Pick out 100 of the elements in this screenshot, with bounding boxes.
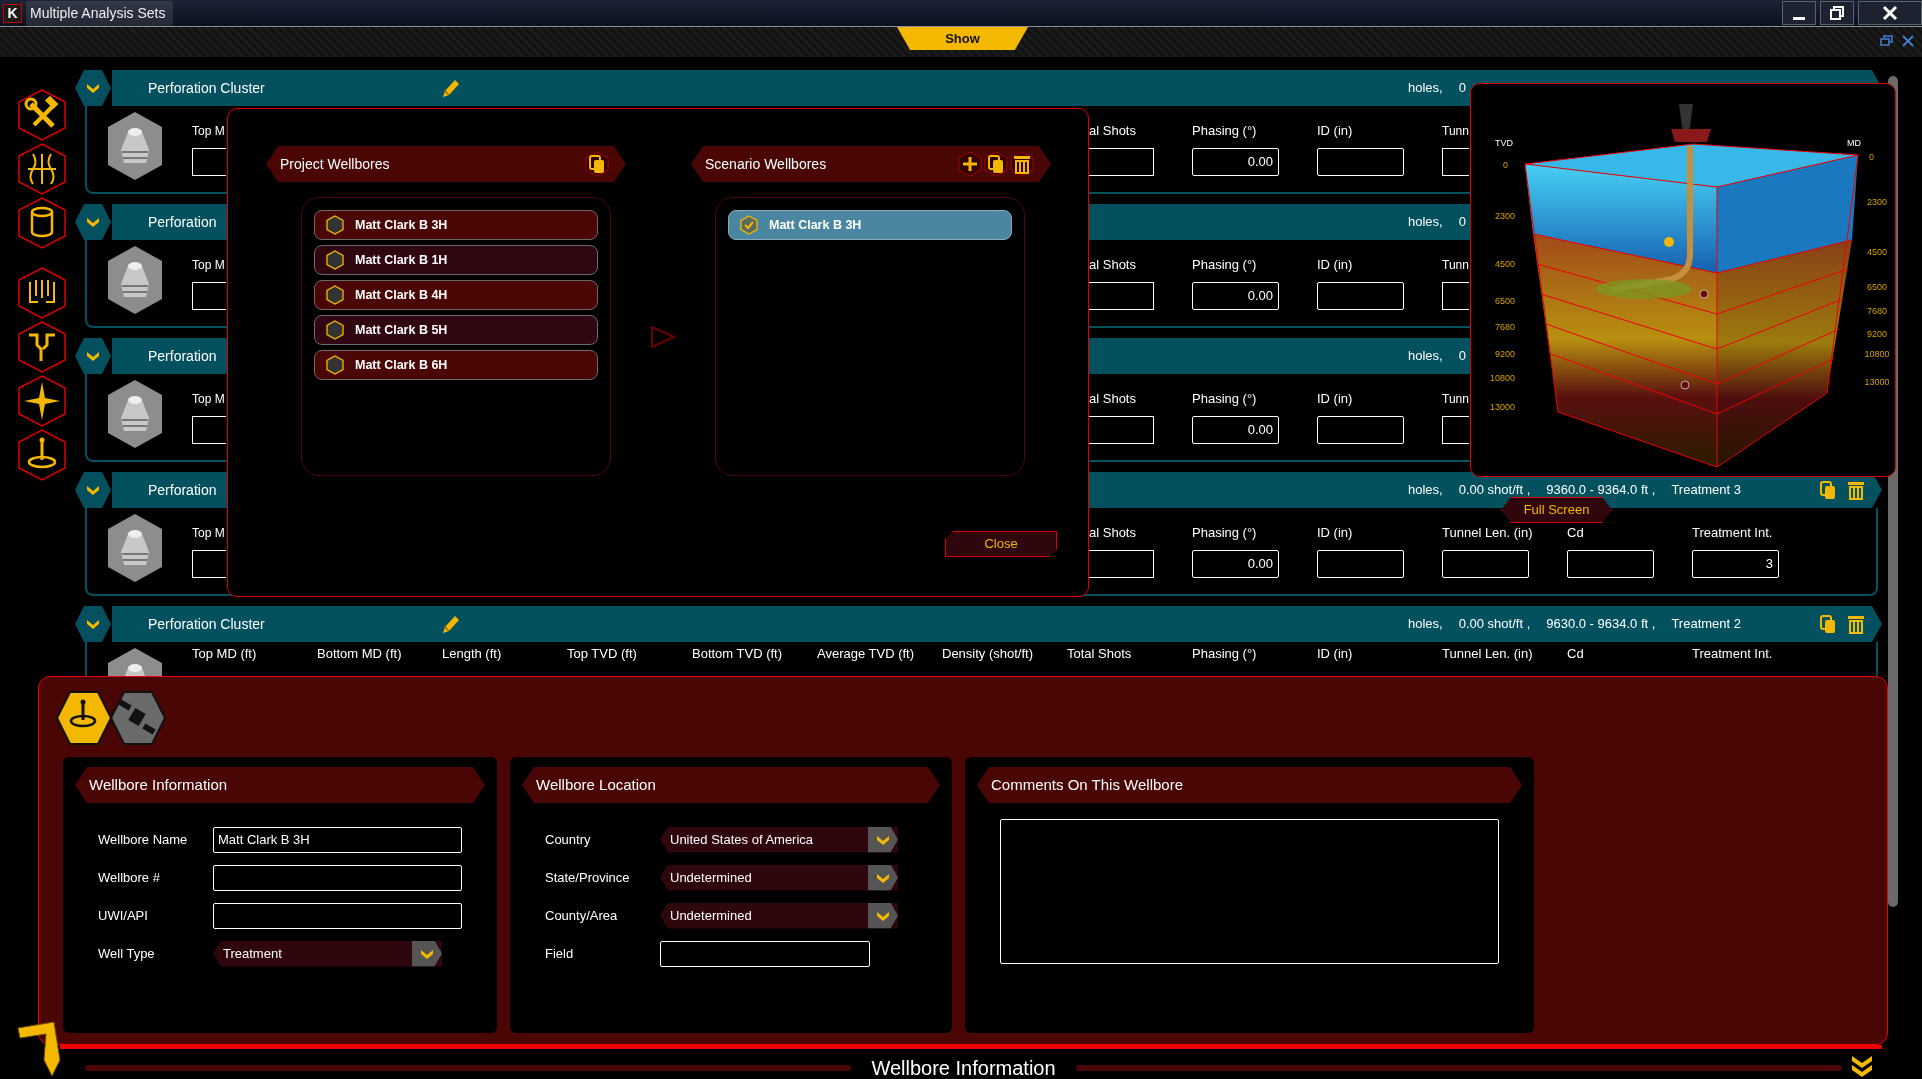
input-field[interactable]: 3 — [1692, 549, 1779, 578]
wellbore-item[interactable]: Matt Clark B 1H — [314, 245, 598, 275]
dropdown[interactable]: Undetermined — [660, 902, 898, 929]
input-field[interactable] — [192, 147, 226, 176]
restore-window-icon[interactable] — [1880, 35, 1894, 47]
gun-icon — [105, 378, 165, 450]
wellbore-item[interactable]: Matt Clark B 6H — [314, 350, 598, 380]
plus-icon[interactable] — [957, 151, 983, 177]
input-field[interactable]: Matt Clark B 3H — [213, 826, 462, 853]
maximize-button[interactable] — [1820, 1, 1854, 25]
input-field[interactable] — [1317, 281, 1404, 310]
copy-icon[interactable] — [1818, 613, 1838, 635]
field-label: Phasing (°) — [1192, 256, 1257, 274]
wellbore-item[interactable]: Matt Clark B 4H — [314, 280, 598, 310]
wellbore-item[interactable]: Matt Clark B 3H — [728, 210, 1012, 240]
input-field[interactable] — [192, 281, 226, 310]
fork-icon[interactable] — [16, 320, 68, 374]
pipes-icon[interactable] — [16, 266, 68, 320]
tools-icon[interactable] — [16, 88, 68, 142]
wellbore-name: Matt Clark B 6H — [355, 356, 448, 374]
close-button[interactable] — [1858, 1, 1922, 25]
app-logo: K — [3, 3, 22, 23]
trash-icon[interactable] — [1846, 613, 1866, 635]
show-tab[interactable]: Show — [897, 27, 1028, 50]
wellbore-item[interactable]: Matt Clark B 5H — [314, 315, 598, 345]
wellbore-name: Matt Clark B 5H — [355, 321, 448, 339]
field-label: ID (in) — [1317, 256, 1353, 274]
summary-text: holes, — [1408, 615, 1443, 634]
input-field[interactable] — [1089, 281, 1154, 310]
input-field[interactable] — [213, 864, 462, 891]
axis-tick-label: 0 — [1869, 152, 1874, 162]
hexagon-checkbox[interactable] — [325, 320, 345, 340]
field-label: Length (ft) — [442, 645, 502, 663]
location-tab[interactable] — [56, 690, 112, 746]
input-field[interactable] — [1317, 415, 1404, 444]
collapse-button[interactable] — [75, 70, 111, 106]
axis-title: MD — [1847, 138, 1861, 148]
well-pin-icon[interactable] — [16, 428, 68, 482]
collapse-button[interactable] — [75, 338, 111, 374]
copy-icon[interactable] — [1818, 479, 1838, 501]
field-label: Tunnel Len. (in) — [1442, 645, 1533, 663]
input-field[interactable] — [1442, 147, 1469, 176]
input-field[interactable] — [660, 940, 870, 967]
hexagon-checkbox[interactable] — [325, 250, 345, 270]
field-label: ID (in) — [1317, 524, 1353, 542]
input-field[interactable] — [1442, 415, 1469, 444]
input-field[interactable]: 0.00 — [1192, 147, 1279, 176]
field-label: Total Shots — [1067, 645, 1132, 663]
minimize-icon — [1793, 16, 1805, 20]
compass-star-icon[interactable] — [16, 374, 68, 428]
input-field[interactable] — [1442, 549, 1529, 578]
input-field[interactable]: 0.00 — [1192, 549, 1279, 578]
input-field[interactable] — [1567, 549, 1654, 578]
input-field[interactable] — [1089, 415, 1154, 444]
trash-icon[interactable] — [1009, 151, 1035, 177]
collapse-button[interactable] — [75, 606, 111, 642]
dropdown[interactable]: United States of America — [660, 826, 898, 853]
input-field[interactable] — [192, 549, 226, 578]
hexagon-checkbox[interactable] — [739, 215, 759, 235]
copy-icon[interactable] — [983, 151, 1009, 177]
section-title: Comments On This Wellbore — [991, 774, 1183, 795]
field-label: Cd — [1567, 645, 1584, 663]
chevron-icon — [85, 617, 101, 631]
wellbore-item[interactable]: Matt Clark B 3H — [314, 210, 598, 240]
double-chevron-icon[interactable] — [1850, 1054, 1874, 1078]
input-field[interactable]: 0.00 — [1192, 415, 1279, 444]
pencil-icon[interactable] — [440, 77, 462, 99]
axis-tick-label: 13000 — [1489, 402, 1515, 412]
collapse-button[interactable] — [75, 472, 111, 508]
input-field[interactable] — [1089, 147, 1154, 176]
hexagon-checkbox[interactable] — [325, 215, 345, 235]
input-field[interactable] — [1089, 549, 1154, 578]
cylinder-icon[interactable] — [16, 196, 68, 250]
input-field[interactable] — [192, 415, 226, 444]
minimize-button[interactable] — [1782, 1, 1816, 25]
field-label: Treatment Int. — [1692, 645, 1773, 663]
chevron-icon — [85, 349, 101, 363]
collapse-button[interactable] — [75, 204, 111, 240]
field-label: al Shots — [1089, 524, 1136, 542]
summary-text: 0 — [1458, 213, 1466, 232]
close-icon[interactable] — [1902, 35, 1914, 47]
input-field[interactable] — [1317, 549, 1404, 578]
hexagon-checkbox[interactable] — [325, 355, 345, 375]
section-title: Project Wellbores — [280, 154, 390, 174]
copy-icon[interactable] — [584, 151, 610, 177]
field-label: al Shots — [1089, 390, 1136, 408]
wavy-lines-icon[interactable] — [16, 142, 68, 196]
full-screen-button[interactable]: Full Screen — [1501, 497, 1612, 523]
input-field[interactable] — [213, 902, 462, 929]
pencil-icon[interactable] — [440, 613, 462, 635]
dropdown[interactable]: Undetermined — [660, 864, 898, 891]
input-field[interactable] — [1442, 281, 1469, 310]
close-button[interactable]: Close — [945, 531, 1057, 557]
comments-field[interactable] — [1000, 819, 1499, 964]
input-field[interactable] — [1317, 147, 1404, 176]
hexagon-checkbox[interactable] — [325, 285, 345, 305]
input-field[interactable]: 0.00 — [1192, 281, 1279, 310]
satellite-tab[interactable] — [110, 690, 166, 746]
dropdown[interactable]: Treatment — [213, 940, 442, 967]
trash-icon[interactable] — [1846, 479, 1866, 501]
